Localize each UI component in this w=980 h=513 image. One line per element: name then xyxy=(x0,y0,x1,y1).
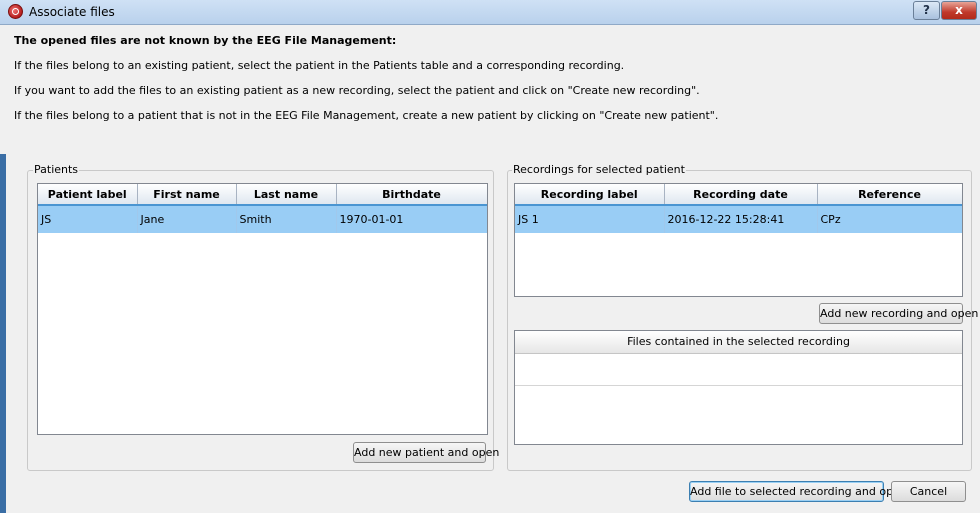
intro-line-1: If the files belong to an existing patie… xyxy=(14,59,625,72)
cell-birthdate[interactable]: 1970-01-01 xyxy=(336,205,487,233)
cell-recording-date[interactable]: 2016-12-22 15:28:41 xyxy=(664,205,818,233)
cell-recording-label[interactable]: JS 1 xyxy=(515,205,665,233)
cell-patient-label[interactable]: JS xyxy=(38,205,138,233)
cell-first-name[interactable]: Jane xyxy=(137,205,237,233)
files-list[interactable]: Files contained in the selected recordin… xyxy=(514,330,963,445)
column-header-reference[interactable]: Reference xyxy=(817,184,962,206)
close-button[interactable]: x xyxy=(941,1,977,20)
add-file-to-recording-button[interactable]: Add file to selected recording and open xyxy=(689,481,907,502)
list-item[interactable] xyxy=(515,354,962,386)
recordings-header-row: Recording label Recording date Reference xyxy=(515,184,962,206)
files-list-header: Files contained in the selected recordin… xyxy=(515,331,962,354)
column-header-recording-label[interactable]: Recording label xyxy=(515,184,665,206)
cell-reference[interactable]: CPz xyxy=(817,205,962,233)
cell-last-name[interactable]: Smith xyxy=(236,205,337,233)
app-icon xyxy=(8,4,23,19)
intro-heading: The opened files are not known by the EE… xyxy=(14,34,397,47)
column-header-birthdate[interactable]: Birthdate xyxy=(336,184,487,206)
associate-files-dialog: Associate files ? x The opened files are… xyxy=(0,0,980,513)
add-new-patient-button[interactable]: Add new patient and open xyxy=(353,442,499,463)
column-header-last-name[interactable]: Last name xyxy=(236,184,337,206)
cancel-button[interactable]: Cancel xyxy=(891,481,966,502)
window-edge xyxy=(0,154,6,513)
patients-header-row: Patient label First name Last name Birth… xyxy=(38,184,487,206)
intro-line-3: If the files belong to a patient that is… xyxy=(14,109,719,122)
recordings-group-label: Recordings for selected patient xyxy=(512,163,686,176)
table-row[interactable]: JS Jane Smith 1970-01-01 xyxy=(38,205,487,233)
column-header-recording-date[interactable]: Recording date xyxy=(664,184,818,206)
help-button[interactable]: ? xyxy=(913,1,940,20)
recordings-table[interactable]: Recording label Recording date Reference… xyxy=(514,183,963,297)
column-header-patient-label[interactable]: Patient label xyxy=(38,184,138,206)
window-title: Associate files xyxy=(29,5,115,19)
patients-table[interactable]: Patient label First name Last name Birth… xyxy=(37,183,488,435)
column-header-first-name[interactable]: First name xyxy=(137,184,237,206)
table-row[interactable]: JS 1 2016-12-22 15:28:41 CPz xyxy=(515,205,962,233)
patients-group-label: Patients xyxy=(33,163,80,176)
title-bar[interactable]: Associate files ? x xyxy=(0,0,980,25)
intro-line-2: If you want to add the files to an exist… xyxy=(14,84,700,97)
add-new-recording-button[interactable]: Add new recording and open xyxy=(819,303,978,324)
